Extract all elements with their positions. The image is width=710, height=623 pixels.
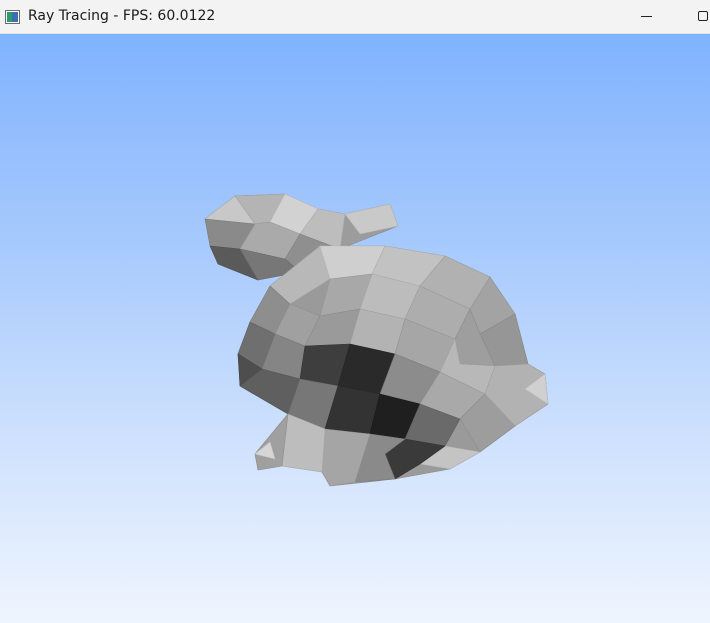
render-viewport[interactable]: [0, 34, 710, 623]
maximize-icon: [698, 11, 708, 21]
app-window: Ray Tracing - FPS: 60.0122: [0, 0, 710, 623]
maximize-button[interactable]: [683, 0, 710, 33]
bunny-mesh: [204, 193, 549, 487]
minimize-button[interactable]: [623, 0, 669, 33]
window-title: Ray Tracing - FPS: 60.0122: [28, 8, 216, 24]
minimize-icon: [641, 16, 652, 17]
app-window-icon: [5, 9, 20, 24]
title-bar[interactable]: Ray Tracing - FPS: 60.0122: [0, 0, 710, 34]
bunny-render: [204, 193, 549, 487]
